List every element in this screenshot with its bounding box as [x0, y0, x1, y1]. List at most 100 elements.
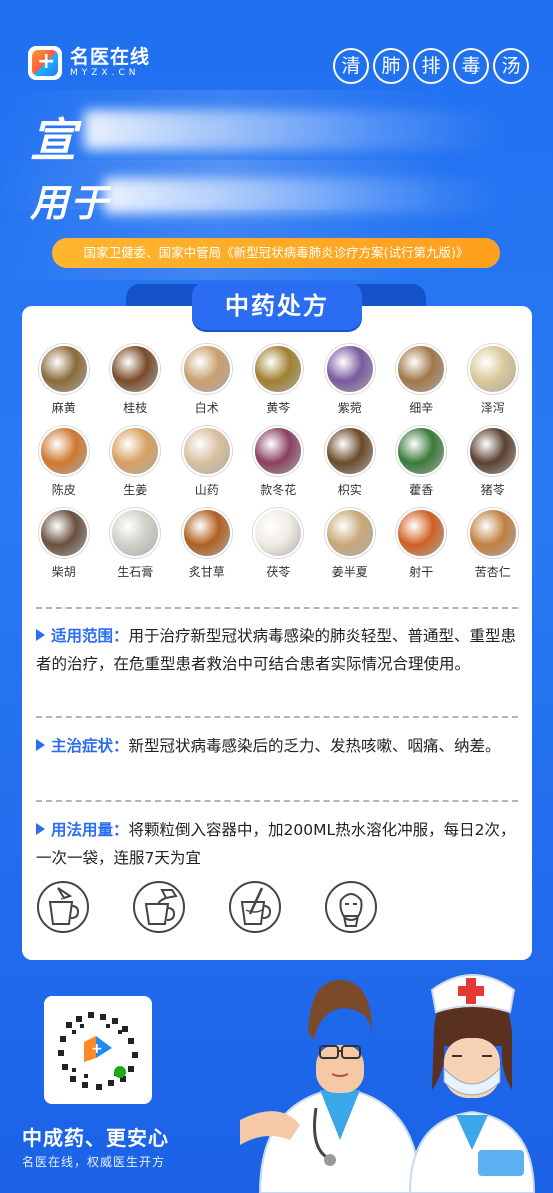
logo-icon: [28, 46, 62, 80]
blurred-headline: [84, 110, 504, 150]
herb-item: 款冬花: [243, 426, 315, 498]
symptoms-label: 主治症状：: [51, 737, 129, 755]
herb-image: [38, 508, 89, 558]
divider: [36, 716, 518, 718]
herb-name: 黄芩: [266, 401, 291, 415]
brand-domain: MYZX.CN: [70, 68, 140, 78]
qr-code[interactable]: +: [44, 996, 152, 1104]
usage-section: 用法用量：将颗粒倒入容器中，加200ML热水溶化冲服，每日2次，一次一袋，连服7…: [36, 816, 520, 872]
herb-item: 茯苓: [243, 508, 315, 580]
herb-item: 白术: [171, 344, 243, 416]
herb-image: [467, 344, 518, 394]
herb-name: 生姜: [123, 483, 148, 497]
herb-image: [253, 508, 304, 558]
usage-label: 用法用量：: [51, 821, 129, 839]
qr-code-image: +: [54, 1006, 142, 1094]
herb-item: 炙甘草: [171, 508, 243, 580]
herb-image: [38, 426, 89, 476]
herb-image: [324, 426, 375, 476]
herb-item: 细辛: [386, 344, 458, 416]
brand-name: 名医在线: [70, 46, 151, 68]
herb-image: [396, 426, 447, 476]
herb-name: 茯苓: [266, 565, 291, 579]
herb-name: 炙甘草: [188, 565, 225, 579]
herb-name: 细辛: [409, 401, 434, 415]
stir-icon: [229, 881, 281, 933]
triangle-bullet-icon: [36, 823, 45, 835]
herb-item: 山药: [171, 426, 243, 498]
herb-item: 桂枝: [100, 344, 172, 416]
herb-name: 藿香: [409, 483, 434, 497]
usage-steps: [36, 880, 378, 934]
svg-text:+: +: [91, 1041, 103, 1057]
herb-image: [324, 344, 375, 394]
herb-item: 紫菀: [314, 344, 386, 416]
herb-image: [110, 508, 161, 558]
title-char: 清: [333, 48, 369, 84]
herb-name: 白术: [194, 401, 219, 415]
herb-name: 枳实: [337, 483, 362, 497]
herb-name: 姜半夏: [331, 565, 368, 579]
drink-icon: [325, 881, 377, 933]
title-char: 汤: [493, 48, 529, 84]
divider: [36, 607, 518, 609]
scope-label: 适用范围：: [51, 627, 129, 645]
blurred-headline: [104, 178, 504, 214]
herbs-grid: 麻黄 桂枝 白术 黄芩 紫菀 细辛 泽泻陈皮 生姜 山药 款冬花 枳实 藿香 猪苓柴胡 生石膏 炙甘草 茯苓 姜…: [28, 344, 528, 580]
herb-image: [324, 508, 375, 558]
herb-item: 黄芩: [243, 344, 315, 416]
herb-name: 射干: [409, 565, 434, 579]
herb-image: [181, 426, 232, 476]
brand-logo[interactable]: 名医在线 MYZX.CN: [28, 46, 150, 80]
herb-item: 麻黄: [28, 344, 100, 416]
divider: [36, 800, 518, 802]
herb-name: 款冬花: [260, 483, 297, 497]
add-hot-water-icon: [133, 881, 185, 933]
scope-section: 适用范围：用于治疗新型冠状病毒感染的肺炎轻型、普通型、重型患者的治疗，在危重型患…: [36, 622, 520, 678]
herb-item: 射干: [386, 508, 458, 580]
herb-item: 生姜: [100, 426, 172, 498]
herb-name: 泽泻: [480, 401, 505, 415]
doctors-illustration: [240, 974, 536, 1193]
title-char: 肺: [373, 48, 409, 84]
herb-image: [181, 344, 232, 394]
herb-image: [110, 344, 161, 394]
herb-image: [467, 426, 518, 476]
headline-line-1: 宣: [30, 113, 78, 167]
herb-image: [181, 508, 232, 558]
herb-image: [396, 344, 447, 394]
herb-image: [467, 508, 518, 558]
herb-name: 柴胡: [51, 565, 76, 579]
title-char: 毒: [453, 48, 489, 84]
herb-name: 猪苓: [480, 483, 505, 497]
herb-name: 生石膏: [117, 565, 154, 579]
herb-image: [253, 426, 304, 476]
herb-name: 桂枝: [123, 401, 148, 415]
herb-image: [396, 508, 447, 558]
herb-name: 紫菀: [337, 401, 362, 415]
herb-item: 猪苓: [457, 426, 529, 498]
triangle-bullet-icon: [36, 629, 45, 641]
product-title: 清 肺 排 毒 汤: [333, 48, 529, 84]
herb-image: [110, 426, 161, 476]
title-char: 排: [413, 48, 449, 84]
triangle-bullet-icon: [36, 739, 45, 751]
symptoms-text: 新型冠状病毒感染后的乏力、发热咳嗽、咽痛、纳差。: [128, 737, 501, 755]
headline-line-2: 用于: [30, 181, 111, 225]
sub-slogan: 名医在线，权威医生开方: [22, 1155, 166, 1169]
herb-item: 生石膏: [100, 508, 172, 580]
herb-name: 苦杏仁: [474, 565, 511, 579]
herb-item: 苦杏仁: [457, 508, 529, 580]
herb-name: 山药: [194, 483, 219, 497]
herb-image: [38, 344, 89, 394]
source-badge: 国家卫健委、国家中管局《新型冠状病毒肺炎诊疗方案(试行第九版)》: [52, 238, 500, 268]
slogan: 中成药、更安心: [22, 1126, 169, 1150]
herb-item: 姜半夏: [314, 508, 386, 580]
pour-granules-icon: [37, 881, 89, 933]
logo-text: 名医在线 MYZX.CN: [70, 47, 150, 79]
symptoms-section: 主治症状：新型冠状病毒感染后的乏力、发热咳嗽、咽痛、纳差。: [36, 732, 520, 760]
herb-item: 陈皮: [28, 426, 100, 498]
herb-item: 泽泻: [457, 344, 529, 416]
herb-item: 柴胡: [28, 508, 100, 580]
herb-name: 陈皮: [51, 483, 76, 497]
